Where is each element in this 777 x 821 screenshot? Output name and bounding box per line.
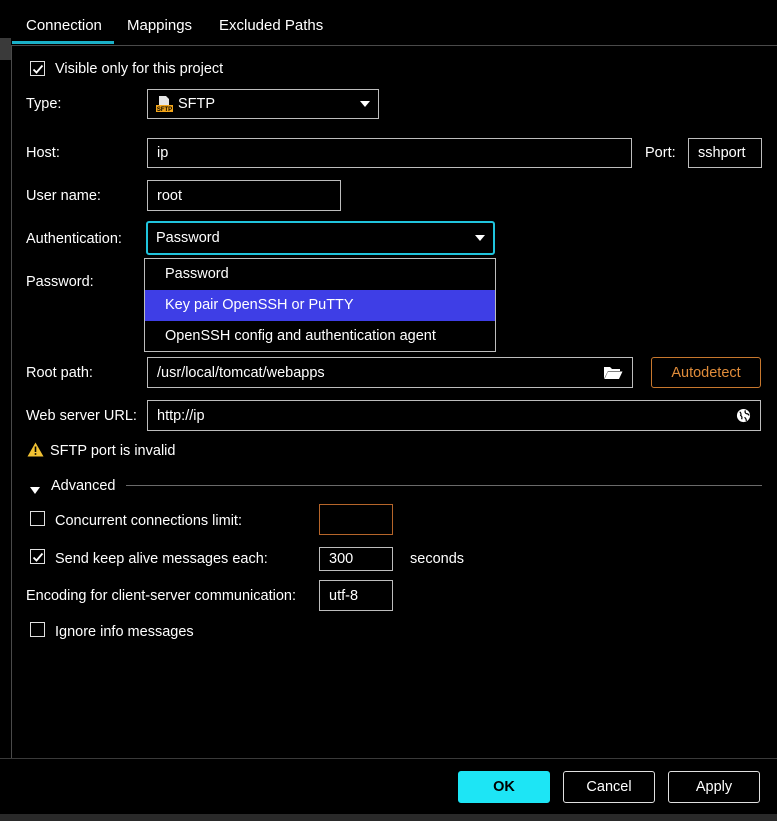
ignore-info-checkbox[interactable] [30,622,45,637]
globe-icon[interactable] [736,408,751,423]
advanced-label[interactable]: Advanced [51,478,116,494]
window-edge [0,38,11,60]
keepalive-label: Send keep alive messages each: [55,551,268,567]
authentication-dropdown: Password Key pair OpenSSH or PuTTY OpenS… [144,258,496,352]
host-label: Host: [26,145,60,161]
concurrent-checkbox[interactable] [30,511,45,526]
root-path-value: /usr/local/tomcat/webapps [157,364,325,381]
web-url-label: Web server URL: [26,408,137,424]
warning-text: SFTP port is invalid [50,443,176,459]
keepalive-value: 300 [329,551,354,567]
tabs-divider [12,45,777,46]
keepalive-input[interactable]: 300 [319,547,393,571]
type-label: Type: [26,96,62,112]
encoding-label: Encoding for client-server communication… [26,588,296,604]
auth-option-openssh-config[interactable]: OpenSSH config and authentication agent [145,321,495,352]
visible-only-label: Visible only for this project [55,61,224,77]
authentication-label: Authentication: [26,231,122,247]
password-label: Password: [26,274,94,290]
tab-mappings[interactable]: Mappings [113,8,206,44]
keepalive-unit: seconds [410,551,465,567]
sftp-icon: SFTP [156,95,173,113]
checkmark-icon [32,552,43,562]
encoding-input[interactable]: utf-8 [319,580,393,611]
root-path-label: Root path: [26,365,93,381]
auth-option-key-pair[interactable]: Key pair OpenSSH or PuTTY [145,290,495,321]
tab-connection[interactable]: Connection [12,8,114,44]
auth-option-password[interactable]: Password [145,259,495,290]
keepalive-checkbox[interactable] [30,549,45,564]
host-value: ip [157,145,169,161]
chevron-down-icon [475,235,485,241]
tab-excluded-paths[interactable]: Excluded Paths [205,8,337,44]
port-label: Port: [645,145,676,161]
authentication-combo[interactable]: Password [146,221,495,255]
bottom-strip [0,814,777,821]
authentication-value: Password [156,230,220,246]
visible-only-checkbox[interactable] [30,61,45,76]
advanced-divider [126,485,762,486]
username-label: User name: [26,188,101,204]
web-url-input[interactable]: http://ip [147,400,761,431]
autodetect-button[interactable]: Autodetect [651,357,761,388]
svg-text:SFTP: SFTP [157,107,172,113]
ignore-info-label: Ignore info messages [55,624,194,640]
encoding-value: utf-8 [329,587,359,604]
chevron-down-icon [360,101,370,107]
type-value: SFTP [178,96,216,112]
concurrent-input[interactable] [319,504,393,535]
port-value: sshport [698,145,746,161]
warning-icon [27,442,44,460]
concurrent-label: Concurrent connections limit: [55,513,242,529]
cancel-button[interactable]: Cancel [563,771,655,803]
username-input[interactable]: root [147,180,341,211]
footer-divider [0,758,777,759]
apply-button[interactable]: Apply [668,771,760,803]
host-input[interactable]: ip [147,138,632,168]
type-combo[interactable]: SFTP SFTP [147,89,379,119]
root-path-input[interactable]: /usr/local/tomcat/webapps [147,357,633,388]
folder-icon[interactable] [603,365,623,380]
port-input[interactable]: sshport [688,138,762,168]
left-border [11,45,12,758]
username-value: root [157,187,182,204]
web-url-value: http://ip [157,407,205,424]
ok-button[interactable]: OK [458,771,550,803]
checkmark-icon [32,64,43,74]
expand-triangle-icon[interactable] [30,481,40,497]
